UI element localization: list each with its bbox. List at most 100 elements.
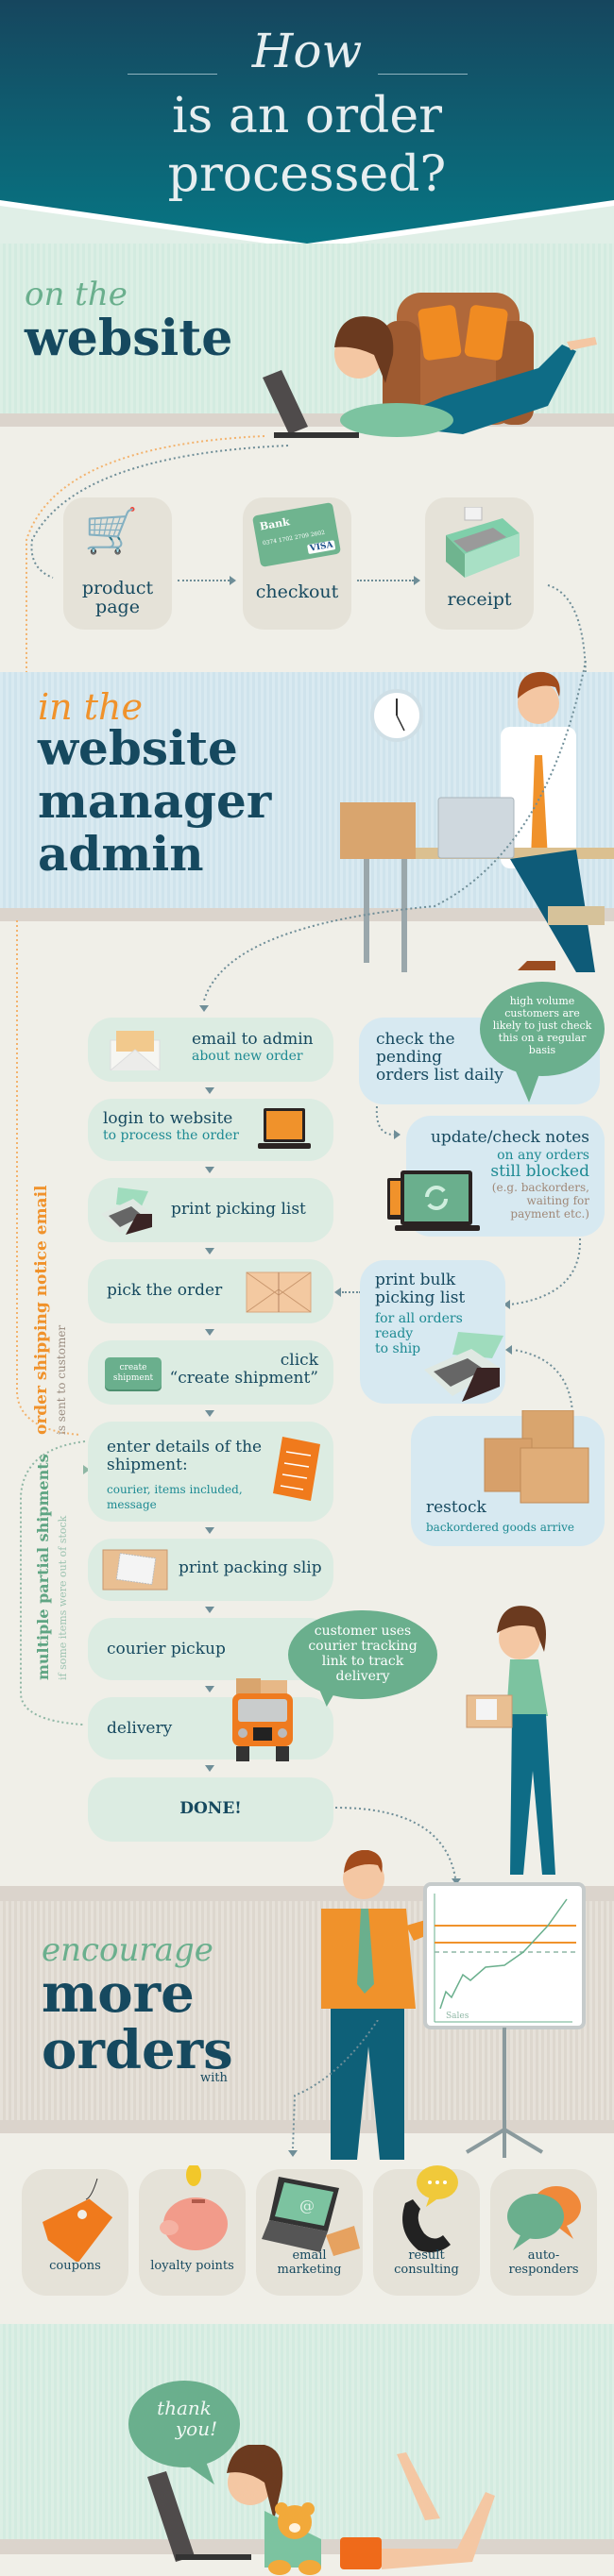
- tool-auto-responders: auto-responders: [490, 2169, 597, 2296]
- tool-coupons: coupons: [22, 2169, 128, 2296]
- woman-receiving-parcel-illustration: [466, 1606, 555, 1875]
- flow-step-note: (e.g. backorders,: [491, 1181, 589, 1194]
- page-title-line-2: processed?: [167, 146, 447, 203]
- arrow-head-icon: [230, 576, 236, 585]
- flow-step-sub: on any orders: [497, 1148, 589, 1163]
- arrow-head-icon: [414, 576, 420, 585]
- flow-step-sub: message: [107, 1498, 157, 1511]
- sales-chart-label: Sales: [446, 2012, 469, 2021]
- tool-label: email: [292, 2248, 327, 2263]
- flow-step-title: courier pickup: [107, 1640, 226, 1658]
- step-label: page: [95, 597, 140, 617]
- website-section-script: on the: [25, 276, 128, 313]
- printer-icon: [424, 1332, 503, 1402]
- sales-chart-board-icon: [423, 1882, 586, 2029]
- flow-arrow: [342, 1291, 361, 1293]
- tool-label: responders: [508, 2263, 579, 2277]
- flow-step-email-admin: email to admin about new order: [88, 1018, 333, 1082]
- arrow-head-icon: [205, 1248, 214, 1254]
- flow-step-login: login to website to process the order: [88, 1099, 333, 1161]
- package-icon: [246, 1271, 312, 1313]
- flow-step-sub: courier, items included,: [107, 1483, 243, 1496]
- shipping-email-note-sub: is sent to customer: [55, 1324, 68, 1435]
- step-label: receipt: [447, 589, 512, 610]
- flow-guide: [292, 2020, 379, 2149]
- flow-step-sub: “create shipment”: [169, 1369, 318, 1388]
- credit-card-icon: Bank 0374 1702 2709 2602 VISA: [251, 501, 342, 568]
- high-volume-tip-bubble: high volume customers are likely to just…: [480, 982, 605, 1076]
- flow-step-title: update/check notes: [430, 1128, 589, 1147]
- parcel-slip-icon: [102, 1549, 168, 1591]
- cash-register-icon: [446, 507, 520, 578]
- arrow-head-icon: [199, 1005, 209, 1012]
- tool-email-marketing: @ email marketing: [256, 2169, 363, 2296]
- arrow-head-icon: [205, 1087, 214, 1094]
- laptop-icon: [147, 2471, 195, 2562]
- flow-step-title: DONE!: [179, 1799, 242, 1818]
- arrow-head-icon: [205, 1410, 214, 1417]
- step-product-page: 🛒 product page: [63, 497, 172, 630]
- flow-step-title: print picking list: [171, 1200, 306, 1219]
- price-tag-icon: [42, 2178, 112, 2262]
- sync-laptop-icon: [387, 1170, 480, 1231]
- flow-step-note: payment etc.): [510, 1207, 589, 1221]
- flow-step-title: print packing slip: [179, 1558, 322, 1577]
- tool-label: result: [408, 2248, 445, 2263]
- tool-loyalty-points: loyalty points: [139, 2165, 246, 2296]
- flow-step-enter-details: enter details of the shipment: courier, …: [88, 1422, 333, 1522]
- flow-step-sub: to process the order: [103, 1128, 239, 1143]
- flow-step-title: login to website: [103, 1109, 233, 1128]
- laptop-icon: [258, 1108, 311, 1149]
- flow-step-title: enter details of the: [107, 1438, 263, 1456]
- partial-shipments-note: multiple partial shipments if some items…: [34, 1454, 70, 1680]
- flow-arrow: [357, 580, 414, 581]
- flow-arrow: [178, 580, 230, 581]
- flow-step-title: restock: [426, 1498, 486, 1517]
- flow-step-restock: restock backordered goods arrive: [411, 1410, 605, 1546]
- shipping-email-note: order shipping notice email is sent to c…: [32, 1186, 69, 1436]
- flow-step-sub: still blocked: [490, 1162, 589, 1181]
- email-laptop-icon: @: [262, 2177, 360, 2256]
- page-title-line-1: is an order: [172, 88, 442, 144]
- flow-step-sub: about new order: [192, 1049, 303, 1064]
- telephone-icon: [402, 2165, 458, 2252]
- flow-step-done: DONE!: [88, 1777, 333, 1842]
- step-checkout: Bank 0374 1702 2709 2602 VISA checkout: [243, 497, 351, 630]
- flow-step-sub: for all orders: [375, 1311, 463, 1326]
- page-title: is an order processed?: [0, 87, 614, 204]
- laptop-icon: [263, 370, 308, 434]
- arrow-head-icon: [205, 1167, 214, 1173]
- tool-result-consulting: result consulting: [373, 2165, 480, 2296]
- partial-shipments-note-sub: if some items were out of stock: [57, 1515, 69, 1680]
- flow-step-bulk-picking: print bulk picking list for all orders r…: [360, 1260, 505, 1404]
- flow-step-print-packing-slip: print packing slip: [88, 1539, 333, 1601]
- website-section-heading: website: [25, 310, 233, 367]
- printer-icon: [101, 1187, 152, 1235]
- arrow-head-icon: [205, 1686, 214, 1692]
- arrow-head-icon: [505, 1345, 512, 1355]
- delivery-truck-icon: [232, 1678, 293, 1761]
- tool-label: consulting: [394, 2263, 459, 2277]
- flow-step-pick-order: pick the order: [88, 1259, 333, 1323]
- flow-step-create-shipment: create shipment click “create shipment”: [88, 1340, 333, 1405]
- flow-step-title: orders list daily: [376, 1066, 503, 1085]
- step-label: product: [81, 578, 154, 598]
- svg-text:@: @: [299, 2197, 315, 2214]
- shopping-cart-teddy-icon: 🛒: [84, 505, 139, 556]
- encourage-section-heading: more orders: [42, 1965, 233, 2079]
- tool-label: auto-: [527, 2248, 560, 2263]
- tracking-tip-bubble: customer uses courier tracking link to t…: [288, 1610, 437, 1699]
- create-shipment-button[interactable]: create shipment: [105, 1357, 162, 1389]
- step-receipt: receipt: [425, 497, 534, 630]
- flow-step-title: shipment:: [107, 1456, 188, 1474]
- arrow-head-icon: [288, 2150, 298, 2157]
- arrow-head-icon: [205, 1329, 214, 1336]
- flow-step-title: click: [280, 1351, 318, 1370]
- envelope-icon: [110, 1031, 161, 1070]
- flow-guide: [513, 1349, 573, 1413]
- shipping-email-note-title: order shipping notice email: [32, 1185, 51, 1436]
- title-script-word: How: [251, 24, 363, 78]
- boxes-icon: [484, 1410, 589, 1504]
- arrow-head-icon: [205, 1607, 214, 1613]
- flow-step-sub: backordered goods arrive: [426, 1521, 575, 1534]
